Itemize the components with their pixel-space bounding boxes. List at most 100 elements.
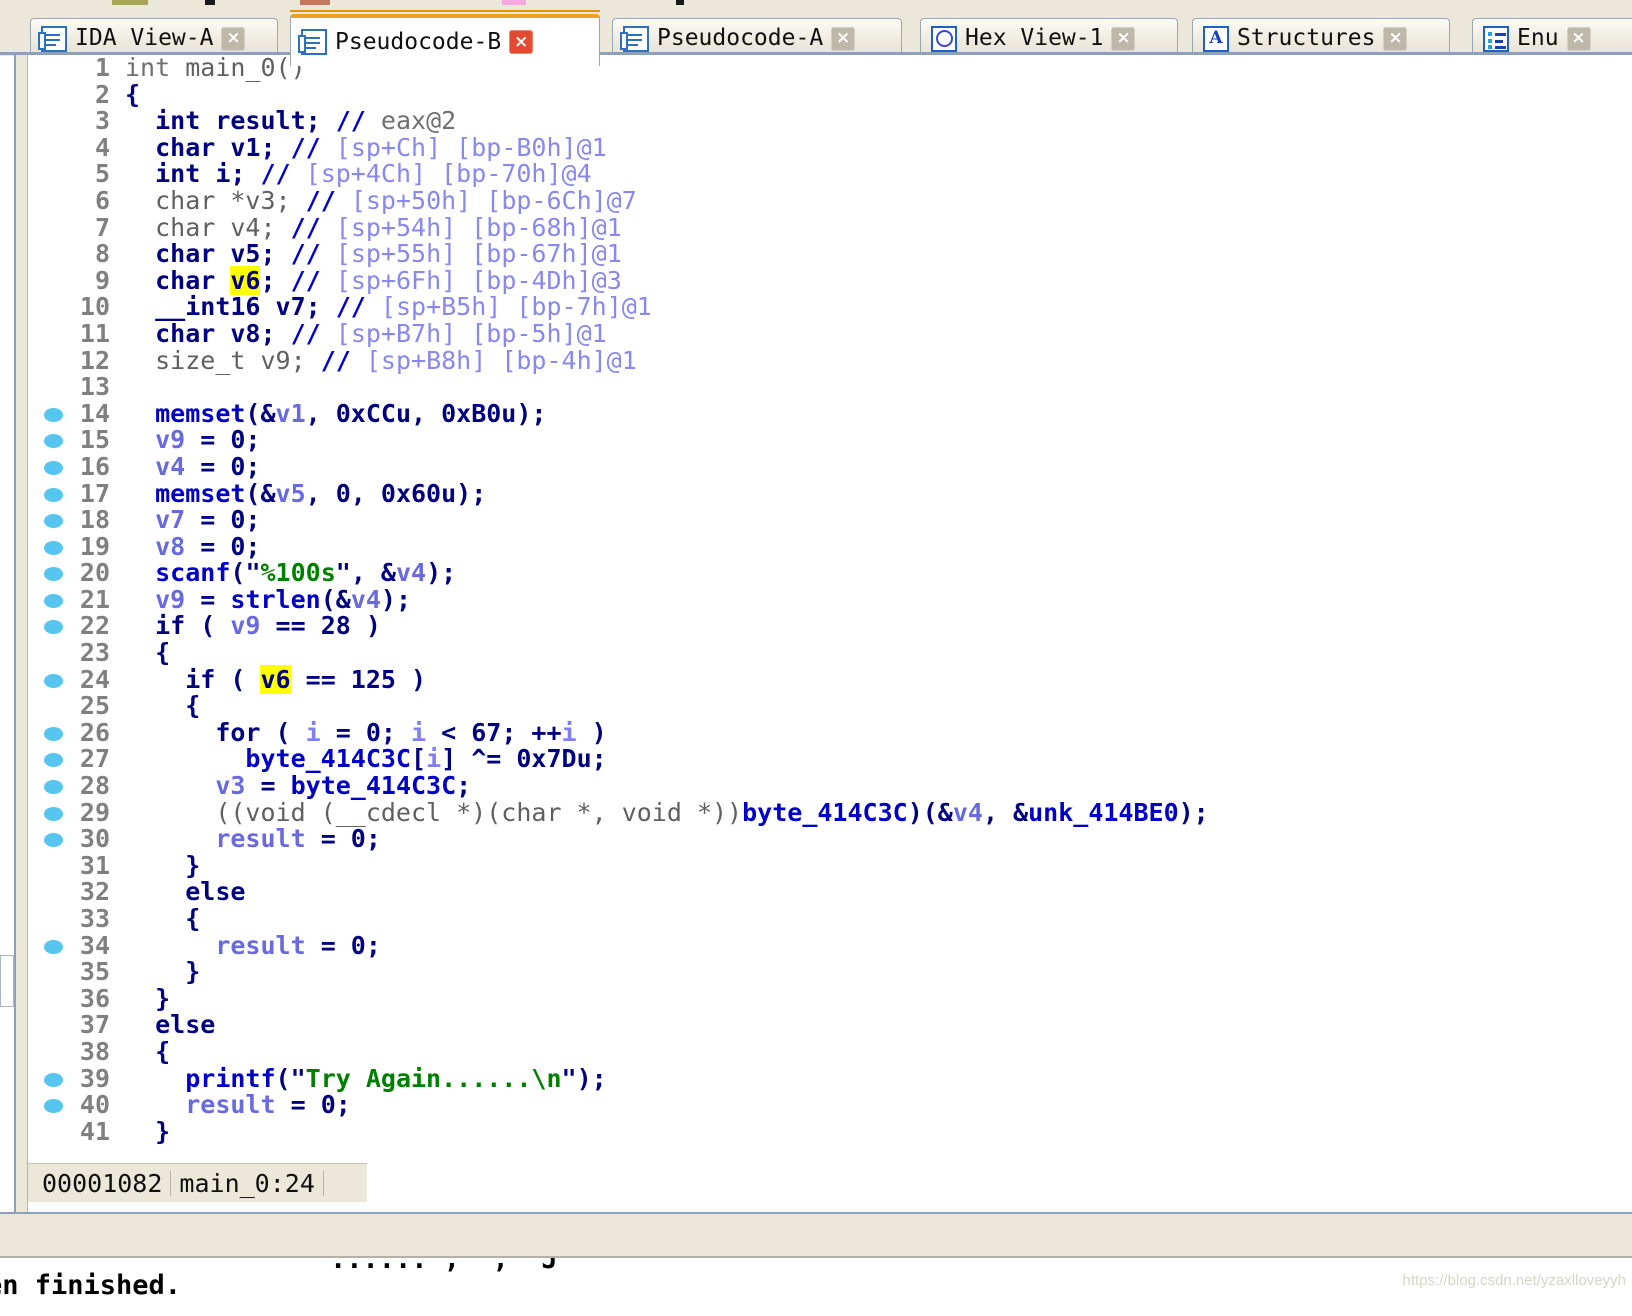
close-icon[interactable]: × [1111, 26, 1136, 51]
breakpoint-marker-icon[interactable] [44, 1072, 63, 1087]
code-line[interactable]: 36 } [28, 985, 1632, 1013]
tab-label: Hex View-1 [965, 25, 1104, 51]
line-number: 9 [94, 265, 110, 295]
code-line[interactable]: 4 char v1; // [sp+Ch] [bp-B0h]@1 [28, 134, 1632, 162]
tab-pseudocode-b[interactable]: Pseudocode-B × [290, 14, 600, 66]
status-address: 00001082 [34, 1170, 172, 1196]
close-icon[interactable]: × [831, 26, 856, 51]
close-icon[interactable]: × [509, 30, 534, 54]
code-line[interactable]: 21 v9 = strlen(&v4); [28, 584, 1632, 614]
line-number: 6 [94, 185, 110, 215]
code-line[interactable]: 31 } [28, 850, 1632, 880]
line-number: 20 [79, 558, 110, 588]
code-line[interactable]: 28 v3 = byte_414C3C; [28, 772, 1632, 800]
line-code: v9 = strlen(&v4); [155, 584, 412, 614]
editor-left-stub [0, 955, 14, 1007]
code-line[interactable]: 22 if ( v9 == 28 ) [28, 613, 1632, 640]
tab-label: Enu [1517, 25, 1559, 51]
output-window[interactable]: ...... , , J en finished. [0, 1258, 1632, 1316]
breakpoint-marker-icon[interactable] [44, 673, 63, 688]
code-line[interactable]: 41 } [28, 1116, 1632, 1146]
code-line[interactable]: 37 else [28, 1012, 1632, 1039]
code-line[interactable]: 33 { [28, 905, 1632, 933]
code-line[interactable]: 15 v9 = 0; [28, 427, 1632, 454]
close-icon[interactable]: × [1383, 26, 1408, 51]
close-icon[interactable]: × [1566, 26, 1591, 51]
line-number: 7 [94, 212, 110, 242]
code-line[interactable]: 30 result = 0; [28, 825, 1632, 853]
code-line[interactable]: 12 size_t v9; // [sp+B8h] [bp-4h]@1 [28, 345, 1632, 375]
code-line[interactable]: 19 v8 = 0; [28, 531, 1632, 561]
code-line[interactable]: 34 result = 0; [28, 932, 1632, 960]
code-line[interactable]: 8 char v5; // [sp+55h] [bp-67h]@1 [28, 239, 1632, 269]
code-line[interactable]: 13 [28, 374, 1632, 401]
code-line[interactable]: 3 int result; // eax@2 [28, 106, 1632, 136]
code-line[interactable]: 14 memset(&v1, 0xCCu, 0xB0u); [28, 398, 1632, 428]
line-number: 11 [79, 318, 110, 348]
pseudocode-editor[interactable]: 1 int main_0() 2{3 int result; // eax@2 4 c… [14, 55, 1632, 1212]
line-code: v8 = 0; [155, 531, 261, 561]
code-line[interactable]: 17 memset(&v5, 0, 0x60u); [28, 480, 1632, 508]
code-line[interactable]: 40 result = 0; [28, 1090, 1632, 1120]
code-line[interactable]: 18 v7 = 0; [28, 506, 1632, 534]
breakpoint-marker-icon[interactable] [44, 726, 63, 741]
code-line[interactable]: 26 for ( i = 0; i < 67; ++i ) [28, 717, 1632, 747]
code-line[interactable]: 39 printf("Try Again......\n"); [28, 1065, 1632, 1093]
line-number: 41 [79, 1116, 110, 1146]
line-number: 19 [79, 531, 110, 561]
line-code: int main_0() [125, 55, 306, 82]
code-line[interactable]: 6 char *v3; // [sp+50h] [bp-6Ch]@7 [28, 185, 1632, 215]
code-line[interactable]: 29 ((void (__cdecl *)(char *, void *))by… [28, 797, 1632, 827]
code-line[interactable]: 10 __int16 v7; // [sp+B5h] [bp-7h]@1 [28, 294, 1632, 321]
code-line[interactable]: 24 if ( v6 == 125 ) [28, 664, 1632, 694]
document-icon [298, 29, 327, 55]
breakpoint-marker-icon[interactable] [44, 514, 63, 529]
code-line[interactable]: 9 char v6; // [sp+6Fh] [bp-4Dh]@3 [28, 265, 1632, 295]
code-line[interactable]: 2{ [28, 81, 1632, 109]
line-code: int i; // [sp+4Ch] [bp-70h]@4 [155, 159, 592, 189]
breakpoint-marker-icon[interactable] [44, 939, 63, 954]
line-number: 12 [79, 345, 110, 375]
breakpoint-marker-icon[interactable] [44, 806, 63, 821]
line-number: 3 [94, 106, 110, 136]
code-area[interactable]: 1 int main_0() 2{3 int result; // eax@2 4 c… [28, 55, 1632, 1150]
line-number: 31 [79, 850, 110, 880]
line-code: result = 0; [185, 1090, 351, 1120]
close-icon[interactable]: × [221, 26, 246, 51]
breakpoint-marker-icon[interactable] [44, 487, 63, 502]
line-number: 38 [79, 1036, 110, 1066]
output-clipped-line: ...... , , J [330, 1258, 558, 1275]
line-number: 10 [79, 292, 110, 322]
line-code: int result; // eax@2 [155, 106, 457, 136]
code-line[interactable]: 20 scanf("%100s", &v4); [28, 558, 1632, 588]
breakpoint-marker-icon[interactable] [44, 593, 63, 608]
line-number: 27 [79, 744, 110, 774]
line-code: for ( i = 0; i < 67; ++i ) [215, 717, 607, 747]
toolbar-fragment-3 [502, 0, 526, 5]
code-line[interactable]: 35 } [28, 957, 1632, 987]
line-number: 29 [79, 797, 110, 827]
code-line[interactable]: 5 int i; // [sp+4Ch] [bp-70h]@4 [28, 161, 1632, 188]
code-line[interactable]: 7 char v4; // [sp+54h] [bp-68h]@1 [28, 212, 1632, 242]
breakpoint-marker-icon[interactable] [44, 407, 63, 422]
code-line[interactable]: 1 int main_0() [28, 55, 1632, 82]
toolbar-fragment-1 [205, 0, 215, 5]
line-code: char v5; // [sp+55h] [bp-67h]@1 [155, 239, 622, 269]
breakpoint-marker-icon[interactable] [44, 540, 63, 555]
code-line[interactable]: 16 v4 = 0; [28, 453, 1632, 481]
code-line[interactable]: 25 { [28, 692, 1632, 720]
code-line[interactable]: 11 char v8; // [sp+B7h] [bp-5h]@1 [28, 318, 1632, 348]
line-number: 5 [94, 159, 110, 189]
code-line[interactable]: 23 { [28, 638, 1632, 668]
code-line[interactable]: 27 byte_414C3C[i] ^= 0x7Du; [28, 746, 1632, 773]
code-line[interactable]: 38 { [28, 1036, 1632, 1066]
breakpoint-marker-icon[interactable] [44, 780, 63, 795]
breakpoint-marker-icon[interactable] [44, 460, 63, 475]
line-code: memset(&v1, 0xCCu, 0xB0u); [155, 398, 547, 428]
line-number: 37 [79, 1010, 110, 1040]
line-number: 23 [79, 638, 110, 668]
line-number: 26 [79, 717, 110, 747]
line-code: } [185, 957, 201, 987]
code-line[interactable]: 32 else [28, 879, 1632, 906]
